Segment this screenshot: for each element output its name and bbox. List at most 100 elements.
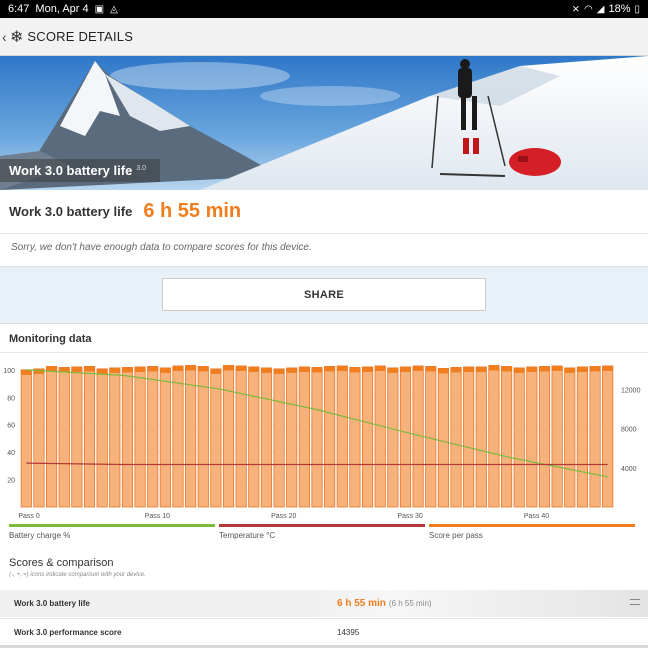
back-icon[interactable]: ‹ [2,29,10,45]
score-bar [463,366,475,508]
equals-icon [630,599,640,605]
score-row-name: Work 3.0 battery life [14,599,90,608]
score-summary: Work 3.0 battery life 6 h 55 min [0,190,648,234]
score-row-battery-life[interactable]: Work 3.0 battery life 6 h 55 min (6 h 55 … [0,590,648,617]
no-comparison-message: Sorry, we don't have enough data to comp… [0,234,648,267]
score-bar [109,367,121,508]
score-row-value: 14395 [337,627,360,637]
hero-version: 3.0 [136,164,147,172]
score-bar [551,365,563,508]
score-bar-cap [134,366,146,372]
left-axis-tick: 40 [7,450,15,457]
monitoring-chart: 20 40 60 80 100 4000 8000 12000 Pass 0 Pass 10 Pas… [3,363,641,520]
score-bar-cap [551,365,563,371]
score-bar-cap [198,366,209,372]
share-button[interactable]: SHARE [162,278,486,311]
score-bar [450,367,462,508]
score-bar-cap [299,366,310,372]
score-bar [399,366,412,508]
score-bar [425,366,437,508]
x-axis-tick: Pass 30 [397,513,422,520]
score-bar [222,365,235,508]
x-axis-tick: Pass 20 [271,513,296,520]
score-bar [324,366,336,508]
status-date: Mon, Apr 4 [35,3,89,15]
score-bar-cap [273,368,285,374]
score-bar [311,367,323,508]
score-bar-cap [425,366,436,372]
score-bar-cap [185,365,196,371]
hero-title-text: Work 3.0 battery life [9,163,133,178]
right-axis-tick: 4000 [621,466,637,473]
score-bar [349,367,361,508]
score-bar [298,366,310,508]
right-axis-tick: 8000 [621,427,637,434]
monitoring-panel: Monitoring data 20 40 60 80 100 4000 8000 12000… [0,323,648,648]
left-axis-tick: 20 [7,478,15,485]
score-bar-cap [400,366,411,372]
x-axis-tick: Pass 10 [145,513,170,520]
score-bar-cap [539,366,550,372]
battery-icon: ▯ [634,3,640,15]
score-bar-cap [476,366,487,372]
legend-swatch [219,524,425,527]
app-bar: ‹ ❄ SCORE DETAILS [0,18,648,56]
legend-label: Battery charge % [9,531,71,540]
mute-icon: ⨯ [571,3,581,15]
score-row-name: Work 3.0 performance score [14,627,122,637]
status-bar: 6:47 Mon, Apr 4 ▣ ◬ ⨯ ◠ ◢ 18% ▯ [0,0,648,18]
wifi-icon: ◠ [584,3,593,15]
chart-legend: Battery charge % Temperature °C Score per … [9,524,639,544]
score-bar-cap [248,366,259,372]
score-bar [20,369,32,508]
score-bar [589,366,601,508]
score-row-performance[interactable]: Work 3.0 performance score 14395 [0,618,648,645]
score-bar-cap [526,366,538,372]
score-bar-cap [324,366,335,372]
score-bar [526,366,538,508]
score-bar-cap [577,366,588,372]
score-bar-cap [96,368,108,374]
score-bar-cap [438,368,449,374]
scores-title: Scores & comparison [9,557,114,569]
score-bar [185,365,197,508]
score-bar-cap [349,367,361,373]
right-axis-tick: 12000 [621,387,641,394]
score-bar [437,367,449,508]
signal-icon: ◢ [596,3,605,15]
score-bar-cap [122,367,133,373]
score-bar-cap [109,367,120,373]
score-bar [260,367,273,508]
score-bar [286,367,298,508]
score-bar-cap [514,367,525,373]
score-bar-cap [412,365,424,371]
legend-item: Score per pass [429,524,635,544]
score-bar-cap [84,366,95,372]
score-bar-cap [450,367,462,373]
legend-item: Temperature °C [219,524,425,544]
score-bar-cap [564,367,575,373]
score-bar-cap [147,366,158,372]
score-bar-cap [387,367,399,373]
monitoring-title: Monitoring data [9,333,92,345]
score-bar-cap [337,365,348,371]
score-bar [159,367,171,508]
hero-title: Work 3.0 battery life 3.0 [0,159,161,182]
score-bar-cap [311,367,323,373]
share-section: SHARE [0,267,648,323]
score-bar-cap [261,367,272,373]
score-bar [210,368,222,508]
divider [0,352,648,353]
score-value: 6 h 55 min [143,200,242,222]
3dmark-logo-icon: ❄ [10,28,24,46]
score-bar [71,366,83,508]
score-bar-cap [602,365,613,371]
legend-swatch [429,524,635,527]
score-bar [235,365,247,508]
left-axis-tick: 60 [7,423,15,430]
score-bar-cap [362,366,373,372]
score-bar [134,366,146,508]
score-bar [564,367,576,508]
x-axis-tick: Pass 40 [524,513,549,520]
score-bar [513,367,525,508]
